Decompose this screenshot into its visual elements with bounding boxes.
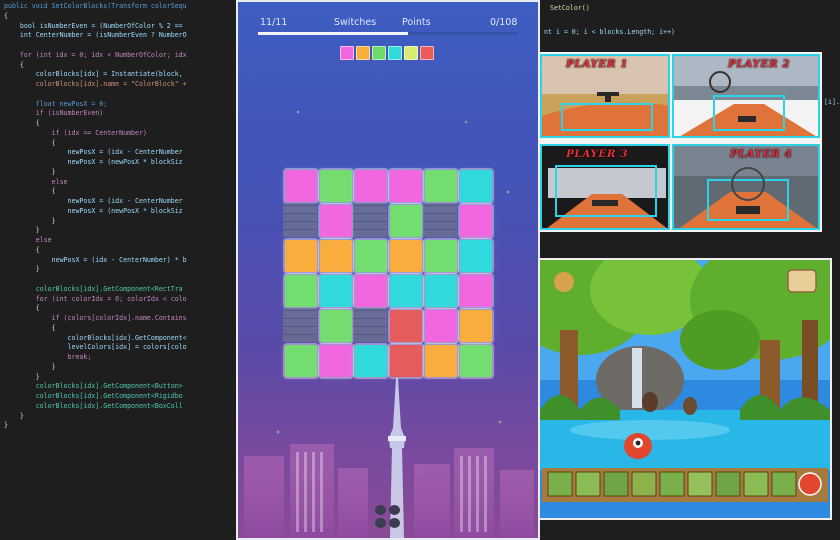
player-1-label: PLAYER 1	[566, 58, 629, 70]
code-line: newPosX = (idx - CenterNumber) * b	[4, 255, 187, 264]
code-line: colorBlocks[idx].GetComponent<RectTra	[4, 284, 183, 293]
code-line: public void SetColorBlocks(Transform col…	[4, 2, 187, 10]
code-line: float newPosX = 0;	[4, 99, 108, 108]
code-line: colorBlocks[idx].GetComponent<Button>	[4, 382, 183, 391]
forest-scene-illustration	[540, 260, 830, 518]
race-view-player-1: PLAYER 1	[540, 54, 670, 138]
code-line: levelColors[idx] = colors[colo	[4, 343, 187, 352]
code-line: colorBlocks[idx].GetComponent<	[4, 333, 187, 342]
menu-dot	[389, 518, 400, 528]
code-line: }	[4, 167, 56, 176]
code-fragment: nt i = 0; i < blocks.Length; i++)	[544, 28, 676, 36]
code-line: colorBlocks[idx] = Instantiate(block,	[4, 70, 183, 79]
code-line: {	[4, 60, 24, 69]
code-line: newPosX = (idx - CenterNumber	[4, 197, 183, 205]
code-line: for (int idx = 0; idx < NumberOfColor; i…	[4, 50, 187, 59]
code-line: }	[4, 226, 40, 235]
code-line: if (isNumberEven)	[4, 109, 104, 118]
code-line: }	[4, 265, 40, 274]
code-line: }	[4, 411, 24, 420]
code-line: else	[4, 177, 68, 186]
code-fragment: [i].	[824, 98, 840, 106]
code-line: colorBlocks[idx].name = "ColorBlock" +	[4, 80, 187, 88]
player-2-label: PLAYER 2	[728, 58, 791, 70]
code-line: colorBlocks[idx].GetComponent<BoxColl	[4, 401, 183, 410]
menu-dot	[375, 505, 386, 515]
code-line: colorBlocks[idx].GetComponent<Rigidbo	[4, 392, 183, 400]
drone-race-screenshot: PLAYER 1 PLAYER 2 PLAYER 3 PLAYER 4	[538, 52, 822, 232]
code-fragment: SetColor()	[550, 4, 590, 12]
code-line: for (int colorIdx = 0; colorIdx < colo	[4, 294, 187, 303]
menu-grid-button[interactable]	[375, 505, 403, 531]
code-line: if (idx == CenterNumber)	[4, 128, 147, 137]
code-line: {	[4, 11, 8, 20]
code-line: bool isNumberEven = (NumberOfColor % 2 =…	[4, 21, 183, 30]
player-4-label: PLAYER 4	[730, 148, 793, 160]
code-line: }	[4, 421, 8, 430]
code-line: }	[4, 216, 56, 225]
race-view-player-2: PLAYER 2	[672, 54, 820, 138]
code-line: newPosX = (newPosX * blockSiz	[4, 158, 183, 166]
code-line: {	[4, 119, 40, 127]
code-line: if (colors[colorIdx].name.Contains	[4, 314, 187, 322]
code-line: newPosX = (newPosX * blockSiz	[4, 206, 183, 215]
code-line: }	[4, 362, 56, 371]
code-line: newPosX = (idx - CenterNumber	[4, 148, 183, 157]
forest-game-screenshot	[538, 258, 832, 520]
code-line: {	[4, 245, 40, 254]
menu-dot	[375, 518, 386, 528]
code-line: }	[4, 372, 40, 381]
code-line: {	[4, 323, 56, 332]
code-line: else	[4, 236, 52, 244]
player-3-label: PLAYER 3	[566, 148, 629, 160]
race-view-player-3: PLAYER 3	[540, 144, 670, 230]
code-line: {	[4, 138, 56, 147]
code-line: int CenterNumber = (isNumberEven ? Numbe…	[4, 31, 187, 40]
menu-dot	[389, 505, 400, 515]
code-line: {	[4, 187, 56, 196]
race-view-player-4: PLAYER 4	[672, 144, 820, 230]
game-screen: 11/11 Switches Points 0/108	[236, 0, 540, 540]
code-line: break;	[4, 353, 92, 361]
code-editor-left-pane: public void SetColorBlocks(Transform col…	[4, 2, 236, 538]
code-line: {	[4, 304, 40, 313]
